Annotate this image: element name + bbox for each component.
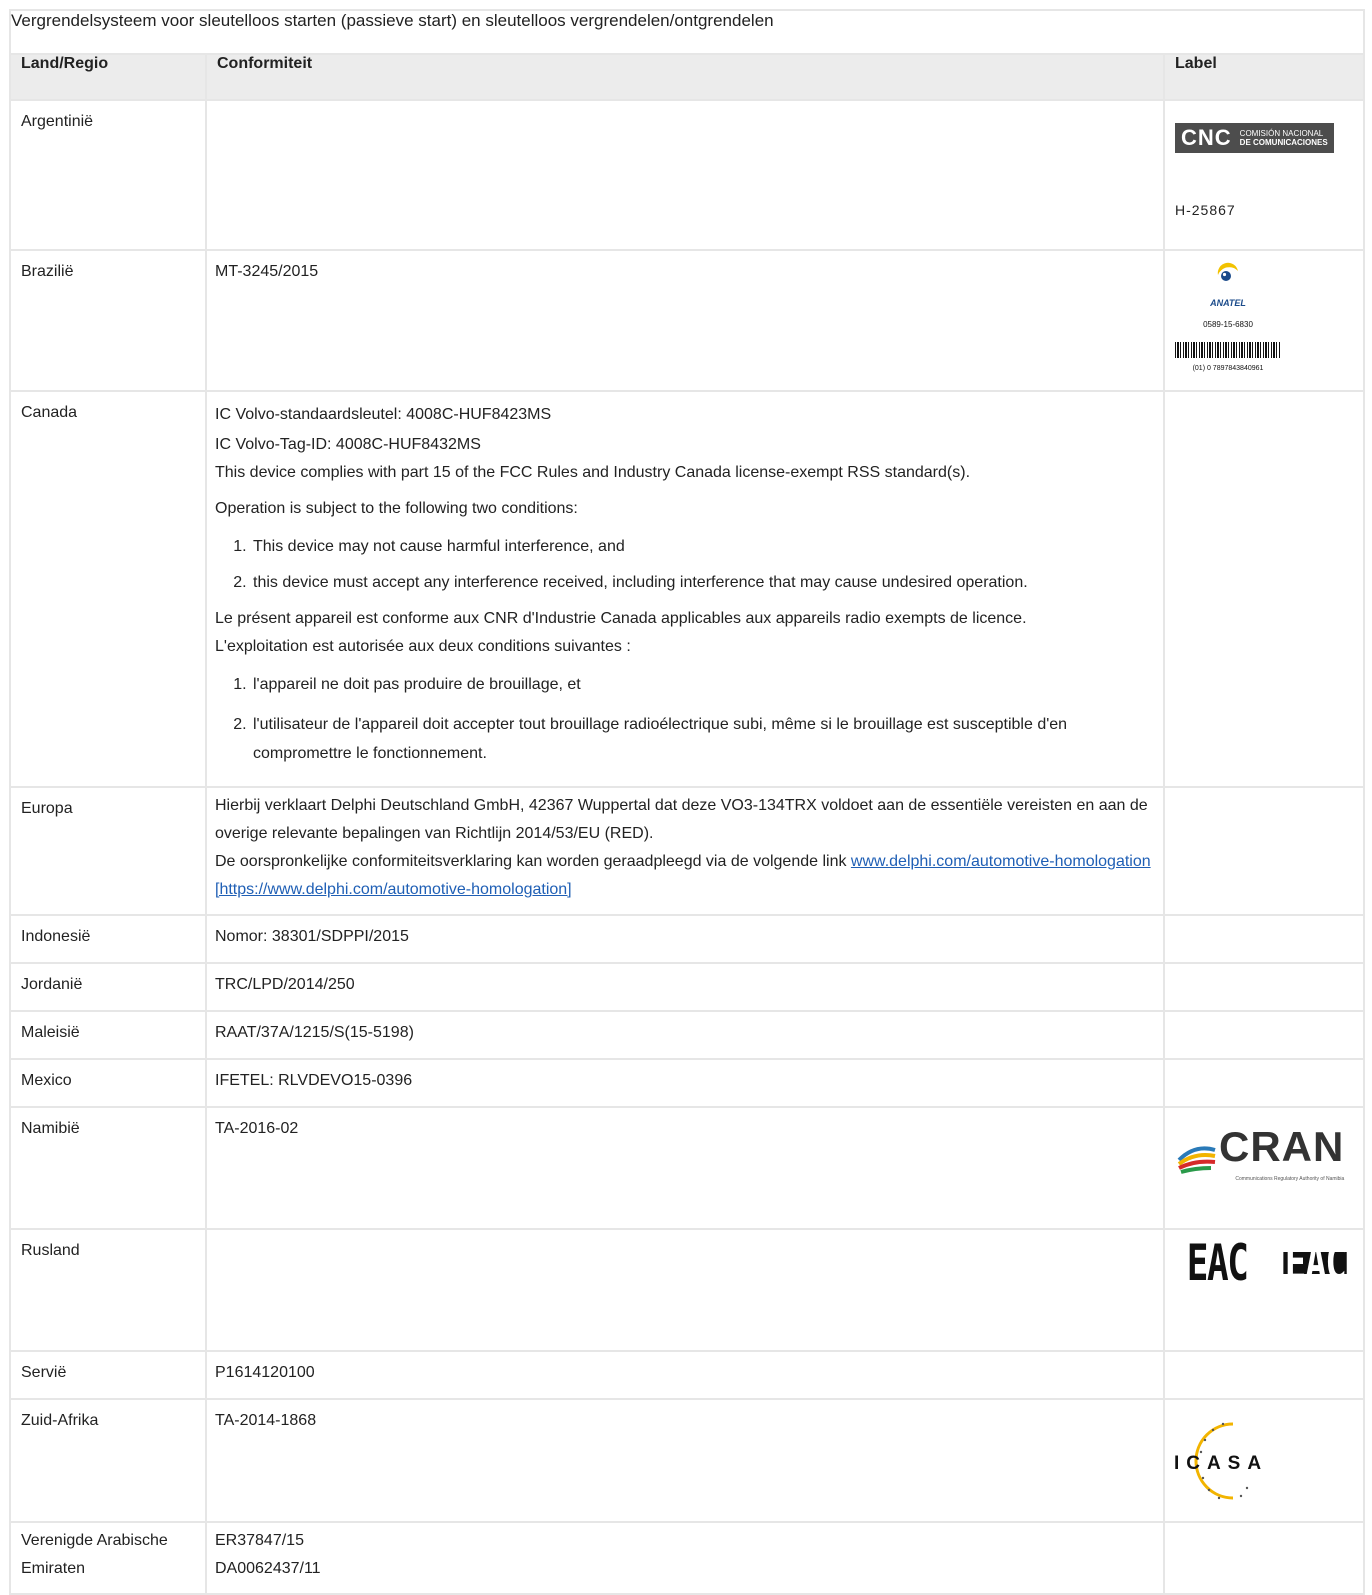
country-cell: Jordanië — [9, 962, 207, 1012]
label-cell: CRAN Communications Regulatory Authority… — [1162, 1106, 1366, 1230]
conformity-cell: TA-2014-1868 — [205, 1398, 1165, 1523]
label-cell — [1162, 390, 1366, 788]
conformity-cell: Nomor: 38301/SDPPI/2015 — [205, 914, 1165, 964]
list-item: This device may not cause harmful interf… — [251, 536, 1153, 558]
country-cell: Rusland — [9, 1228, 207, 1352]
label-cell: CNC COMISIÓN NACIONAL DE COMUNICACIONES … — [1162, 99, 1366, 251]
europa-link-line: De oorspronkelijke conformiteitsverklari… — [215, 848, 1153, 904]
conformity-cell — [205, 99, 1165, 251]
table-row: Zuid-Afrika TA-2014-1868 ICASA — [9, 1398, 1366, 1523]
table-row: Verenigde Arabische Emiraten ER37847/15 … — [9, 1521, 1366, 1595]
country-cell: Mexico — [9, 1058, 207, 1108]
label-cell — [1162, 914, 1366, 964]
conformity-cell: P1614120100 — [205, 1350, 1165, 1400]
country-cell: Indonesië — [9, 914, 207, 964]
cran-subtitle: Communications Regulatory Authority of N… — [1235, 1176, 1345, 1182]
vae-conformity-2: DA0062437/11 — [215, 1560, 321, 1577]
label-cell — [1162, 1010, 1366, 1060]
cnc-logo-subtitle: COMISIÓN NACIONAL DE COMUNICACIONES — [1239, 129, 1328, 147]
label-number: H-25867 — [1175, 202, 1236, 218]
conformity-cell: IC Volvo-standaardsleutel: 4008C-HUF8423… — [205, 390, 1165, 788]
country-cell: Zuid-Afrika — [9, 1398, 207, 1523]
country-cell: Argentinië — [9, 99, 207, 251]
anatel-word: ANATEL — [1210, 298, 1246, 308]
eac-mark-inverse: EAC — [1283, 1234, 1347, 1292]
conformity-cell: TA-2016-02 — [205, 1106, 1165, 1230]
table-row: Jordanië TRC/LPD/2014/250 — [9, 962, 1366, 1012]
country-cell: Namibië — [9, 1106, 207, 1230]
cran-logo: CRAN Communications Regulatory Authority… — [1175, 1126, 1344, 1190]
header-label: Label — [1162, 53, 1366, 101]
label-cell — [1162, 1350, 1366, 1400]
canada-french-intro: L'exploitation est autorisée aux deux co… — [215, 638, 631, 655]
canada-french-list: l'appareil ne doit pas produire de broui… — [215, 674, 1153, 768]
list-item: l'utilisateur de l'appareil doit accepte… — [251, 710, 1153, 768]
compliance-table: Vergrendelsysteem voor sleutelloos start… — [8, 9, 1366, 1595]
label-cell — [1162, 962, 1366, 1012]
table-row: Europa Hierbij verklaart Delphi Deutschl… — [9, 786, 1366, 916]
list-item: this device must accept any interference… — [251, 572, 1153, 594]
label-cell — [1162, 1058, 1366, 1108]
conformity-cell: ER37847/15 DA0062437/11 — [205, 1521, 1165, 1595]
country-cell: Europa — [9, 786, 207, 916]
canada-conditions-intro: Operation is subject to the following tw… — [215, 500, 578, 517]
conformity-cell: MT-3245/2015 — [205, 249, 1165, 392]
cnc-logo: CNC COMISIÓN NACIONAL DE COMUNICACIONES — [1175, 123, 1334, 153]
conformity-cell: Hierbij verklaart Delphi Deutschland Gmb… — [205, 786, 1165, 916]
header-conformity: Conformiteit — [205, 53, 1165, 101]
icasa-word: ICASA — [1175, 1453, 1267, 1474]
label-cell — [1162, 1521, 1366, 1595]
eac-mark: EAC — [1186, 1234, 1249, 1292]
country-cell: Brazilië — [9, 249, 207, 392]
cran-word: CRAN — [1219, 1123, 1345, 1170]
eac-logo: EAC EAC — [1175, 1234, 1360, 1292]
icasa-logo: ICASA — [1175, 1422, 1267, 1500]
country-cell: Verenigde Arabische Emiraten — [9, 1521, 207, 1595]
barcode — [1175, 342, 1281, 358]
canada-fcc-text: This device complies with part 15 of the… — [215, 464, 971, 481]
europa-declaration: Hierbij verklaart Delphi Deutschland Gmb… — [215, 797, 1148, 842]
anatel-number: 0589-15-6830 — [1203, 320, 1253, 329]
cnc-logo-text: CNC — [1181, 125, 1232, 150]
conformity-cell: RAAT/37A/1215/S(15-5198) — [205, 1010, 1165, 1060]
canada-conditions-list: This device may not cause harmful interf… — [215, 536, 1153, 594]
header-country: Land/Regio — [9, 53, 207, 101]
anatel-logo: ANATEL 0589-15-6830 (01) 0 7897843840961 — [1175, 261, 1281, 380]
table-title: Vergrendelsysteem voor sleutelloos start… — [8, 9, 1366, 55]
label-cell: ANATEL 0589-15-6830 (01) 0 7897843840961 — [1162, 249, 1366, 392]
table-row: Mexico IFETEL: RLVDEVO15-0396 — [9, 1058, 1366, 1108]
table-row: Canada IC Volvo-standaardsleutel: 4008C-… — [9, 390, 1366, 788]
cran-swirl-icon — [1177, 1146, 1216, 1174]
anatel-icon — [1217, 262, 1238, 281]
table-row: Servië P1614120100 — [9, 1350, 1366, 1400]
canada-ic-key: IC Volvo-standaardsleutel: 4008C-HUF8423… — [215, 406, 552, 423]
canada-ic-tag: IC Volvo-Tag-ID: 4008C-HUF8432MS — [215, 436, 481, 453]
vae-conformity-1: ER37847/15 — [215, 1532, 304, 1549]
conformity-cell — [205, 1228, 1165, 1352]
label-cell: EAC EAC — [1162, 1228, 1366, 1352]
country-cell: Canada — [9, 390, 207, 788]
conformity-cell: TRC/LPD/2014/250 — [205, 962, 1165, 1012]
table-row: Argentinië CNC COMISIÓN NACIONAL DE COMU… — [9, 99, 1366, 251]
conformity-cell: IFETEL: RLVDEVO15-0396 — [205, 1058, 1165, 1108]
canada-french-text: Le présent appareil est conforme aux CNR… — [215, 610, 1027, 627]
table-row: Maleisië RAAT/37A/1215/S(15-5198) — [9, 1010, 1366, 1060]
table-row: Namibië TA-2016-02 CRAN Communications R… — [9, 1106, 1366, 1230]
table-row: Indonesië Nomor: 38301/SDPPI/2015 — [9, 914, 1366, 964]
barcode-text: (01) 0 7897843840961 — [1192, 365, 1264, 372]
europa-link-intro: De oorspronkelijke conformiteitsverklari… — [215, 853, 851, 870]
country-cell: Maleisië — [9, 1010, 207, 1060]
country-cell: Servië — [9, 1350, 207, 1400]
label-cell: ICASA — [1162, 1398, 1366, 1523]
table-row: Brazilië MT-3245/2015 ANATEL 0589-15-683… — [9, 249, 1366, 392]
table-row: Rusland EAC EAC — [9, 1228, 1366, 1352]
label-cell — [1162, 786, 1366, 916]
list-item: l'appareil ne doit pas produire de broui… — [251, 674, 1153, 696]
